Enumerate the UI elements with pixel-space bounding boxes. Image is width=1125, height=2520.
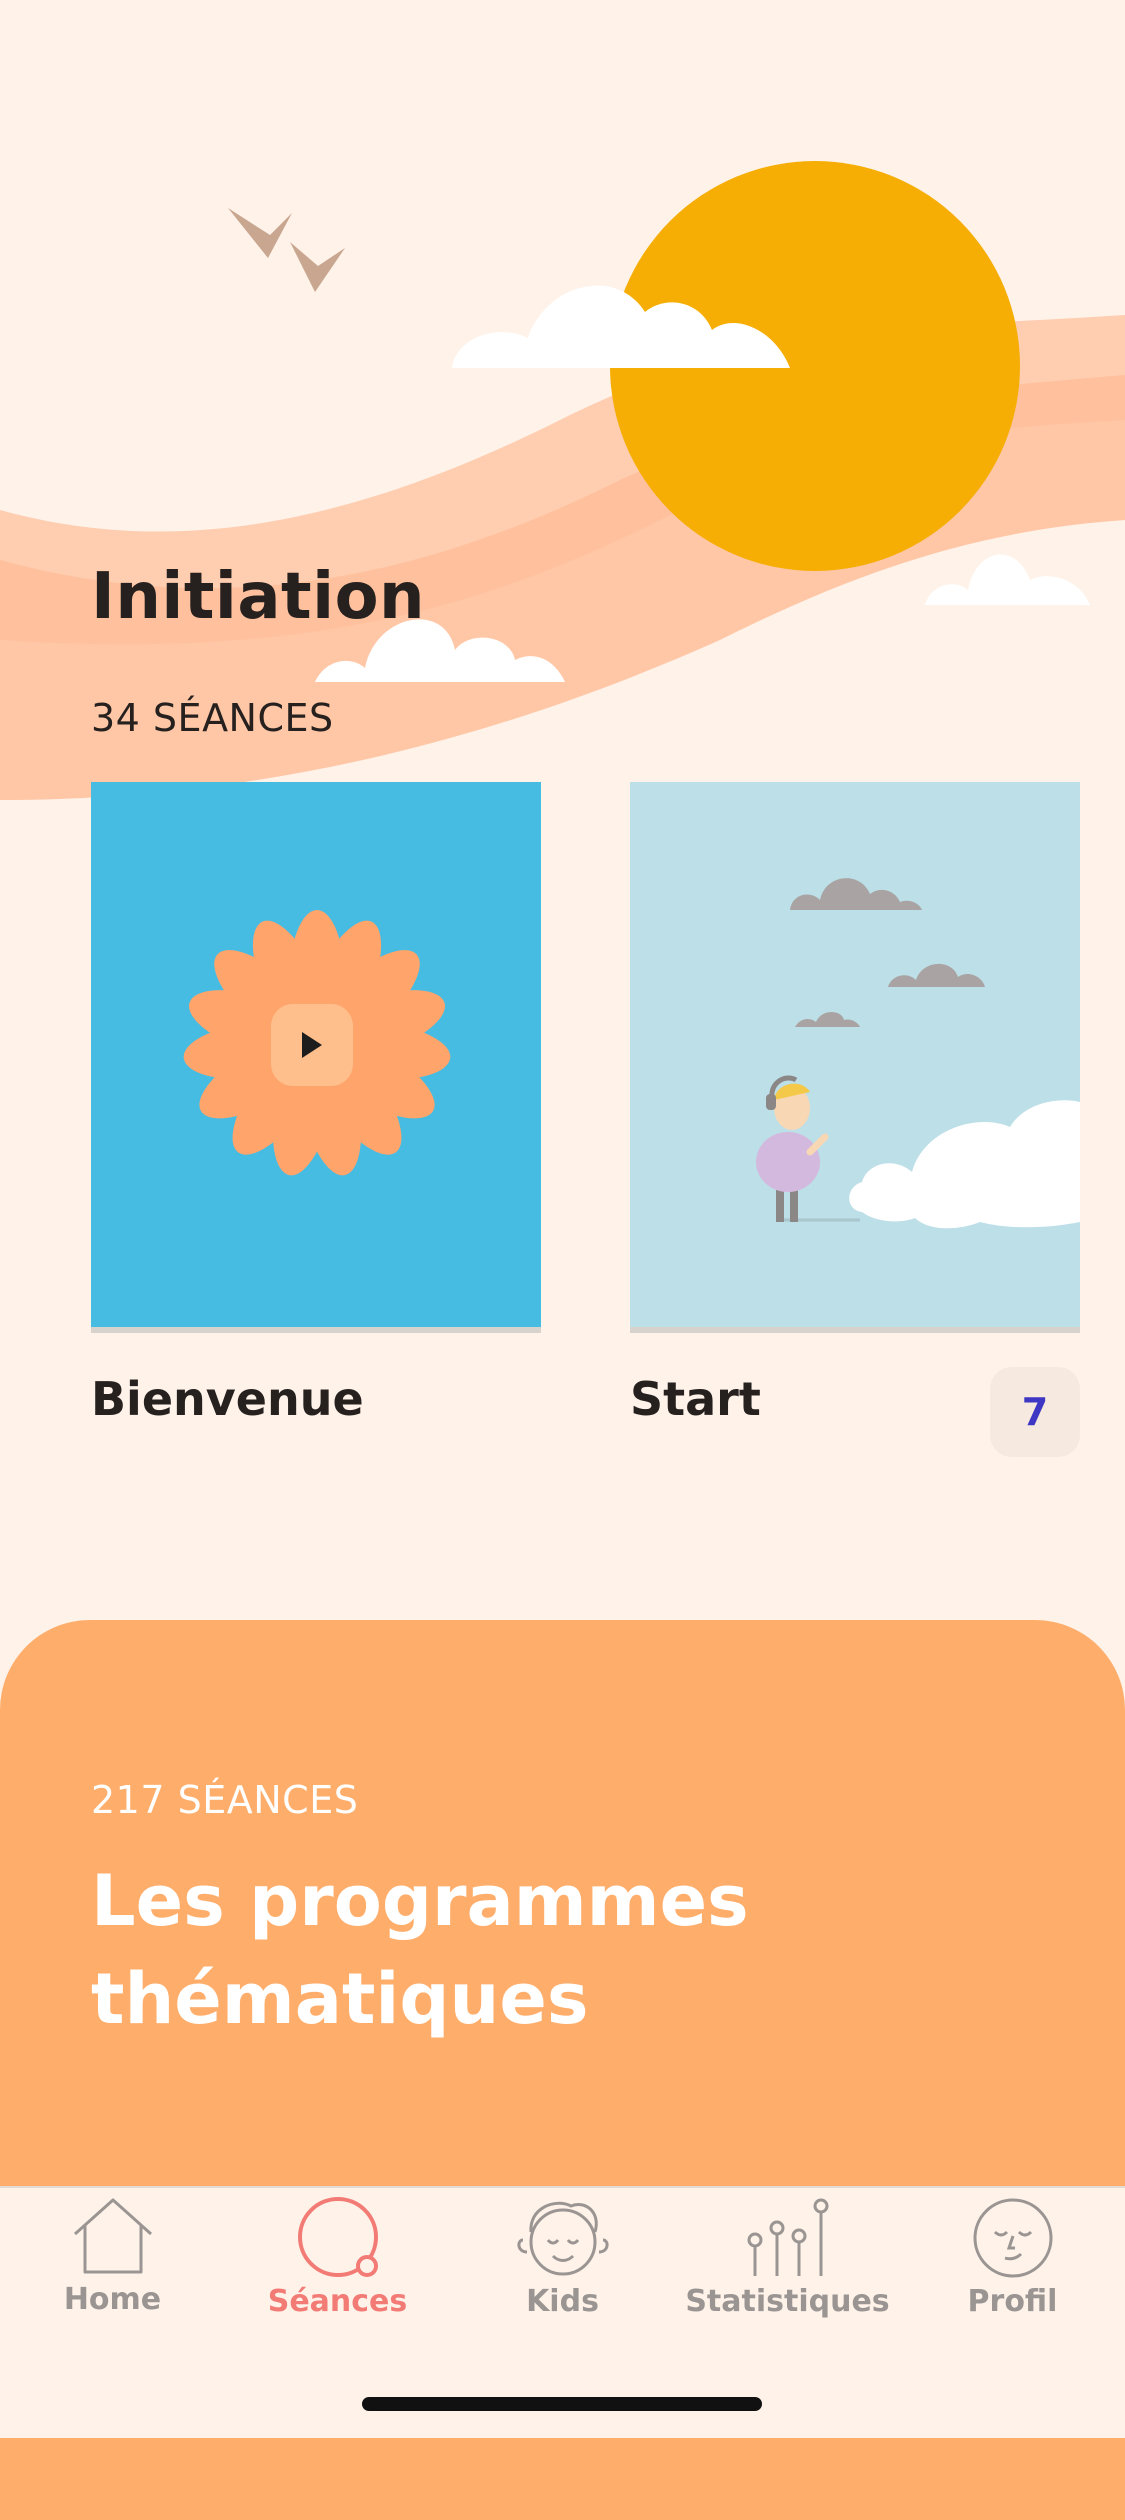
tab-label: Statistiques: [685, 2284, 890, 2319]
kid-face-icon: [516, 2201, 609, 2276]
circle-icon: [297, 2197, 378, 2277]
section-title: Initiation: [91, 560, 426, 634]
tab-label: Profil: [967, 2284, 1058, 2319]
home-indicator[interactable]: [362, 2397, 762, 2411]
house-icon: [73, 2198, 152, 2274]
session-card-bienvenue[interactable]: [91, 782, 541, 1331]
tab-kids[interactable]: Kids: [450, 2196, 675, 2356]
person-clouds-illustration: [756, 878, 1080, 1229]
card-title-bienvenue[interactable]: Bienvenue: [91, 1372, 364, 1426]
tab-label: Home: [63, 2282, 162, 2317]
tab-home[interactable]: Home: [0, 2196, 225, 2356]
face-icon: [973, 2198, 1052, 2278]
programs-count: 217 SÉANCES: [91, 1778, 359, 1822]
card-title-start[interactable]: Start: [630, 1372, 761, 1426]
tab-label: Kids: [526, 2284, 599, 2319]
hero-illustration: [0, 161, 1125, 800]
tab-profil[interactable]: Profil: [900, 2196, 1125, 2356]
bird: [290, 242, 345, 292]
stats-icon: [747, 2198, 828, 2276]
play-icon: [302, 1032, 322, 1058]
session-count: 34 SÉANCES: [91, 696, 334, 740]
play-button[interactable]: [271, 1004, 353, 1086]
tab-label: Séances: [267, 2284, 408, 2319]
card-shadow: [91, 1327, 541, 1333]
session-card-start[interactable]: [630, 782, 1080, 1331]
tab-seances[interactable]: Séances: [225, 2196, 450, 2356]
count-badge: 7: [990, 1367, 1080, 1457]
bird: [228, 208, 292, 258]
tab-statistiques[interactable]: Statistiques: [675, 2196, 900, 2356]
card-shadow: [630, 1327, 1080, 1333]
programs-title[interactable]: Les programmes thématiques: [91, 1852, 991, 2048]
